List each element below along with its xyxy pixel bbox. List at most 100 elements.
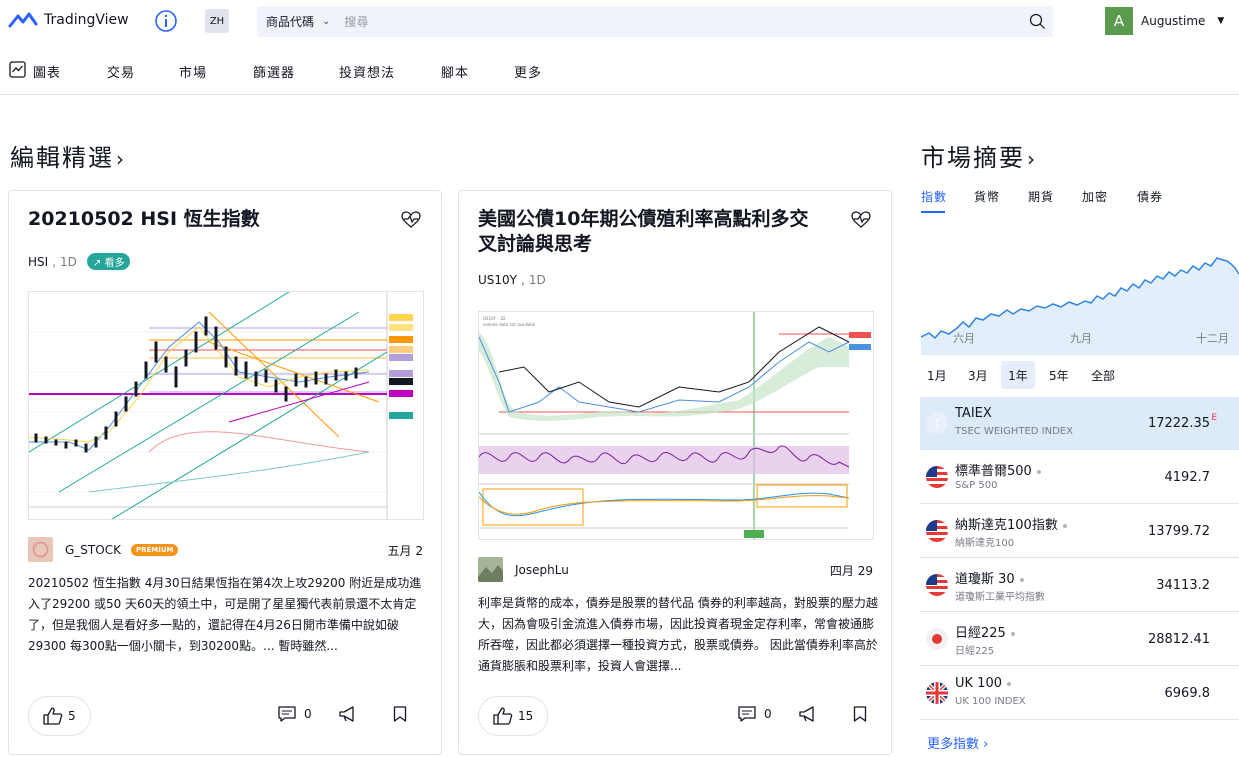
taiex-icon-letter: T xyxy=(933,416,941,430)
author-name: G_STOCK xyxy=(65,542,121,557)
svg-text:US10Y · 1D: US10Y · 1D xyxy=(483,316,505,321)
symbol-timeframe: 1D xyxy=(528,273,546,287)
nav-item-scripts[interactable]: 腳本 xyxy=(441,62,469,81)
index-row-nikkei[interactable]: 日經225 日經225 28812.41 xyxy=(920,613,1239,666)
idea-chart-image[interactable]: US10Y · 1D volume data not available xyxy=(478,311,874,540)
user-avatar: A xyxy=(1105,7,1133,35)
idea-card[interactable]: 美國公債10年期公債殖利率高點利多交叉討論與思考 US10Y, 1D US10Y… xyxy=(458,190,892,755)
comment-count: 0 xyxy=(304,707,312,721)
tab-futures[interactable]: 期貨 xyxy=(1028,188,1054,205)
heart-pulse-icon[interactable] xyxy=(401,211,421,229)
index-name: 日經225 xyxy=(955,626,1006,641)
cloud-logo-icon xyxy=(8,12,38,28)
index-name: 標準普爾500 xyxy=(955,464,1032,479)
index-name-wrap: 日經225 xyxy=(955,622,1015,641)
us10y-chart-thumbnail: US10Y · 1Dvolume data not available xyxy=(479,312,873,539)
like-count: 15 xyxy=(518,709,534,723)
editors-picks-title-text: 編輯精選 xyxy=(10,144,114,172)
premium-badge: PREMIUM xyxy=(130,543,179,556)
index-name: 納斯達克100指數 xyxy=(955,518,1058,533)
range-1m[interactable]: 1月 xyxy=(921,361,953,389)
hsi-chart-thumbnail xyxy=(29,292,423,519)
nav-item-more[interactable]: 更多 xyxy=(514,62,542,81)
tab-currencies[interactable]: 貨幣 xyxy=(974,188,1000,205)
nav-item-markets[interactable]: 市場 xyxy=(179,62,207,81)
nav-item-ideas[interactable]: 投資想法 xyxy=(339,62,395,81)
caret-down-icon: ▼ xyxy=(1217,16,1225,26)
like-button[interactable]: 5 xyxy=(28,696,91,736)
author-avatar xyxy=(478,557,503,582)
bookmark-icon[interactable] xyxy=(853,706,867,722)
tab-crypto[interactable]: 加密 xyxy=(1082,188,1108,205)
index-name: 道瓊斯 30 xyxy=(955,572,1015,587)
main-nav: 圖表 交易 市場 篩選器 投資想法 腳本 更多 xyxy=(0,56,1239,84)
idea-description: 20210502 恆生指數 4月30日結果恆指在第4次上攻29200 附近是成功… xyxy=(28,576,422,653)
index-mini-chart[interactable]: 六月 九月 十二月 xyxy=(920,230,1239,356)
idea-title[interactable]: 20210502 HSI 恆生指數 xyxy=(28,207,368,232)
range-5y[interactable]: 5年 xyxy=(1043,361,1075,389)
idea-chart-image[interactable] xyxy=(28,291,424,520)
index-row-uk100[interactable]: UK 100 UK 100 INDEX 6969.8 xyxy=(920,667,1239,720)
market-summary-title[interactable]: 市場摘要 › xyxy=(921,138,1037,173)
search-type-dropdown[interactable]: 商品代碼 ⌄ xyxy=(257,13,330,30)
info-icon[interactable] xyxy=(154,9,178,33)
status-dot xyxy=(1010,631,1015,636)
index-desc: 納斯達克100 xyxy=(955,538,1015,549)
editors-picks-title[interactable]: 編輯精選 › xyxy=(10,138,126,173)
index-value: 17222.35 xyxy=(1147,416,1210,431)
thumbs-up-icon xyxy=(43,707,63,725)
top-bar: TradingView ZH 商品代碼 ⌄ A Augustime ▼ xyxy=(0,0,1239,44)
author-info[interactable]: G_STOCK PREMIUM xyxy=(28,537,179,562)
us-flag-icon xyxy=(926,520,948,542)
tab-bonds[interactable]: 債券 xyxy=(1137,188,1163,205)
symbol-name: HSI xyxy=(28,254,49,269)
bookmark-icon[interactable] xyxy=(393,706,407,722)
market-summary-title-text: 市場摘要 xyxy=(921,144,1025,172)
index-name: TAIEX xyxy=(955,406,992,421)
index-row-taiex[interactable]: T TAIEX TSEC WEIGHTED INDEX 17222.35 E xyxy=(920,397,1239,450)
index-desc: 道瓊斯工業平均指數 xyxy=(955,592,1045,603)
index-desc: UK 100 INDEX xyxy=(955,696,1026,707)
idea-title[interactable]: 美國公債10年期公債殖利率高點利多交叉討論與思考 xyxy=(478,207,818,257)
symbol-timeframe: 1D xyxy=(60,254,77,269)
like-count: 5 xyxy=(68,709,76,723)
author-info[interactable]: JosephLu xyxy=(478,557,569,582)
idea-symbol[interactable]: US10Y, 1D xyxy=(478,273,546,287)
post-date: 四月 29 xyxy=(829,564,873,578)
range-1y[interactable]: 1年 xyxy=(1001,361,1035,389)
search-icon[interactable] xyxy=(1029,13,1046,30)
more-indices-link[interactable]: 更多指數 › xyxy=(927,733,988,752)
nav-item-trade[interactable]: 交易 xyxy=(107,62,135,81)
index-row-spx[interactable]: 標準普爾500 S&P 500 4192.7 xyxy=(920,451,1239,504)
index-row-dji[interactable]: 道瓊斯 30 道瓊斯工業平均指數 34113.2 xyxy=(920,559,1239,612)
tradingview-logo[interactable]: TradingView xyxy=(8,10,129,30)
search-bar: 商品代碼 ⌄ xyxy=(257,6,1053,37)
nav-item-chart[interactable]: 圖表 xyxy=(33,62,61,81)
username: Augustime xyxy=(1141,14,1206,28)
index-suffix-e: E xyxy=(1211,413,1217,423)
long-badge: ↗ 看多 xyxy=(86,253,131,270)
comments-button[interactable]: 0 xyxy=(278,706,312,722)
idea-card[interactable]: 20210502 HSI 恆生指數 HSI, 1D ↗ 看多 G_STOCK P… xyxy=(8,190,442,755)
megaphone-icon[interactable] xyxy=(339,706,357,722)
like-button[interactable]: 15 xyxy=(478,696,549,736)
nav-divider xyxy=(0,94,1239,95)
range-all[interactable]: 全部 xyxy=(1085,361,1121,389)
range-3m[interactable]: 3月 xyxy=(962,361,994,389)
chart-month-label: 九月 xyxy=(1070,332,1092,345)
language-button[interactable]: ZH xyxy=(205,9,229,33)
tab-indices[interactable]: 指數 xyxy=(921,188,947,205)
symbol-name: US10Y xyxy=(478,273,517,287)
index-name-wrap: 標準普爾500 xyxy=(955,460,1041,479)
idea-symbol[interactable]: HSI, 1D ↗ 看多 xyxy=(28,253,131,270)
index-row-ndx[interactable]: 納斯達克100指數 納斯達克100 13799.72 xyxy=(920,505,1239,558)
heart-pulse-icon[interactable] xyxy=(851,211,871,229)
nav-item-screener[interactable]: 篩選器 xyxy=(253,62,295,81)
search-input[interactable] xyxy=(344,14,1005,29)
index-desc: S&P 500 xyxy=(955,480,998,491)
user-menu[interactable]: A Augustime ▼ xyxy=(1105,7,1224,35)
comments-button[interactable]: 0 xyxy=(738,706,772,722)
megaphone-icon[interactable] xyxy=(799,706,817,722)
index-value: 28812.41 xyxy=(1147,632,1210,647)
index-desc: TSEC WEIGHTED INDEX xyxy=(955,426,1073,437)
